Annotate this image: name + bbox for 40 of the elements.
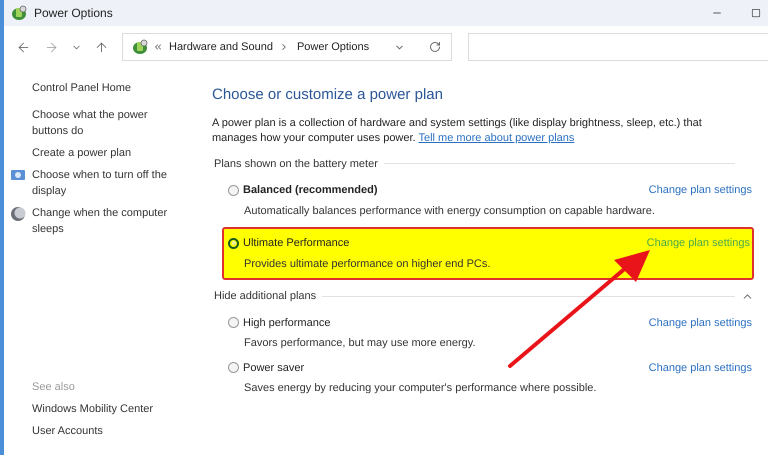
sidebar-link[interactable]: Windows Mobility Center bbox=[32, 401, 188, 417]
radio-button[interactable] bbox=[228, 238, 239, 249]
address-bar[interactable]: Hardware and Sound Power Options bbox=[122, 33, 452, 61]
moon-icon bbox=[10, 206, 26, 222]
breadcrumb[interactable]: Power Options bbox=[296, 38, 370, 56]
plan-description: Saves energy by reducing your computer's performance where possible. bbox=[243, 381, 598, 396]
monitor-icon bbox=[10, 169, 26, 183]
page-heading: Choose or customize a power plan bbox=[212, 85, 444, 105]
sidebar-link[interactable]: User Accounts bbox=[32, 423, 188, 439]
sidebar-link[interactable]: Choose when to turn off the display bbox=[32, 167, 180, 199]
plan-name: Ultimate Performance bbox=[243, 236, 350, 251]
overflow-icon bbox=[153, 42, 163, 52]
change-plan-settings-link[interactable]: Change plan settings bbox=[648, 360, 752, 376]
refresh-icon[interactable] bbox=[429, 41, 441, 53]
radio-button[interactable] bbox=[228, 317, 239, 328]
description-text: A power plan is a collection of hardware and system settings (like display brightness, sleep, etc.) that manages how your computer uses power. Tell me more about power plans bbox=[212, 116, 703, 146]
radio-button[interactable] bbox=[228, 362, 239, 374]
plan-name: Balanced (recommended) bbox=[243, 183, 378, 198]
power-options-icon bbox=[131, 39, 149, 55]
sidebar-link[interactable]: Choose what the power buttons do bbox=[32, 107, 180, 139]
sidebar-link[interactable]: Create a power plan bbox=[32, 145, 132, 161]
see-also-heading: See also bbox=[32, 380, 76, 395]
window-title: Power Options bbox=[34, 5, 113, 22]
sidebar-link[interactable]: Control Panel Home bbox=[32, 80, 132, 96]
maximize-icon bbox=[751, 8, 761, 18]
plan-name: High performance bbox=[243, 316, 330, 330]
plan-description: Automatically balances performance with energy consumption on capable hardware. bbox=[243, 204, 656, 218]
change-plan-settings-link[interactable]: Change plan settings bbox=[648, 314, 752, 331]
change-plan-settings-link[interactable]: Change plan settings bbox=[648, 182, 752, 198]
group-heading: Hide additional plans bbox=[214, 289, 316, 304]
plan-description: Provides ultimate performance on higher end PCs. bbox=[243, 256, 492, 272]
learn-more-link[interactable]: Tell me more about power plans bbox=[418, 132, 574, 144]
sidebar-link[interactable]: Change when the computer sleeps bbox=[32, 205, 180, 237]
radio-button[interactable] bbox=[228, 184, 239, 196]
search-field[interactable] bbox=[468, 33, 768, 61]
plan-description: Favors performance, but may use more energy. bbox=[243, 336, 477, 351]
group-heading: Plans shown on the battery meter bbox=[214, 156, 378, 172]
plan-name: Power saver bbox=[243, 360, 304, 376]
breadcrumb[interactable]: Hardware and Sound bbox=[169, 38, 273, 56]
power-options-icon bbox=[10, 5, 28, 21]
